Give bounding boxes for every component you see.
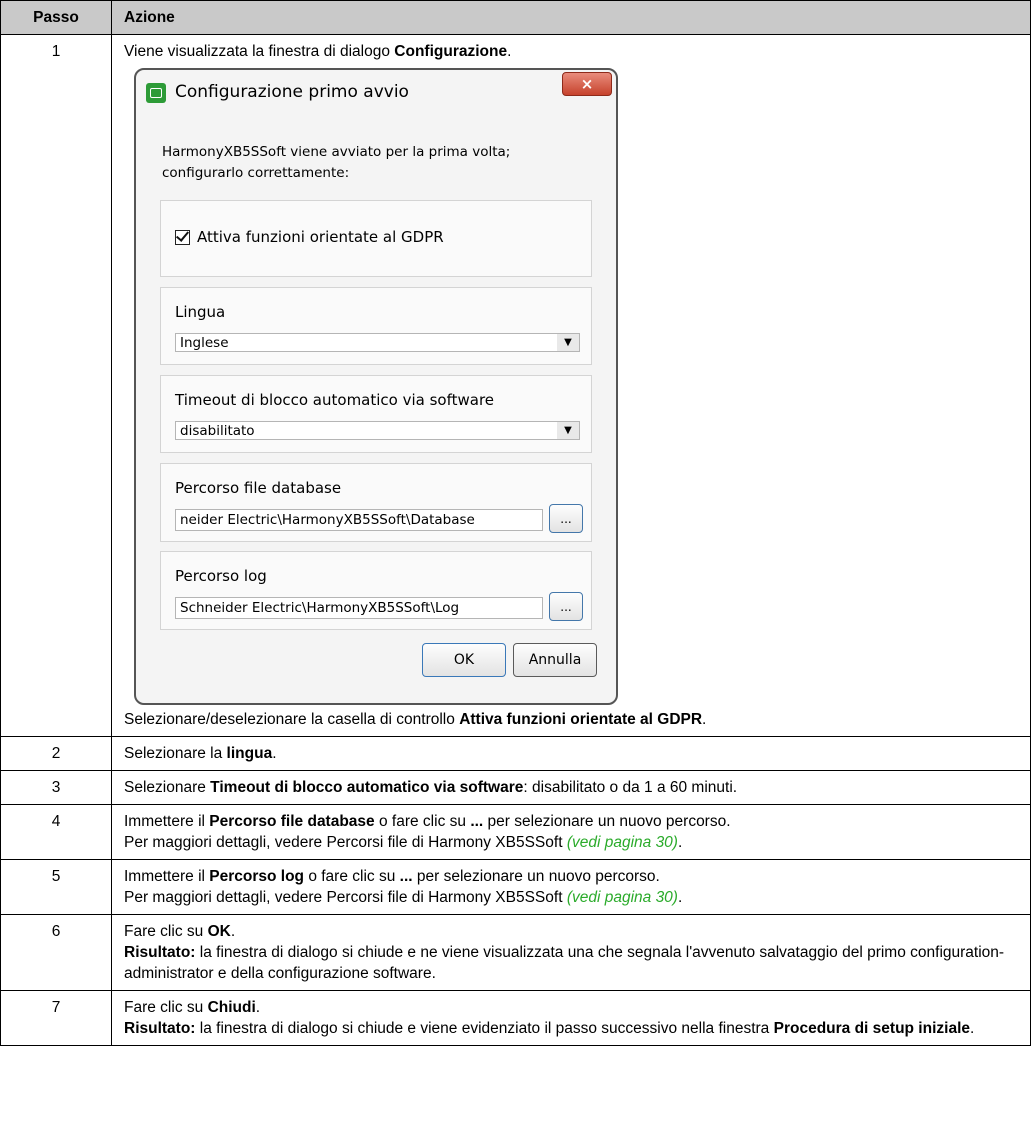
language-select-value: Inglese [180, 335, 229, 351]
gdpr-panel: Attiva funzioni orientate al GDPR [160, 200, 592, 277]
step-action: Fare clic su OK. Risultato: la finestra … [111, 914, 1031, 991]
step-number: 3 [0, 770, 112, 805]
step-action: Selezionare Timeout di blocco automatico… [111, 770, 1031, 805]
procedure-table: Passo Azione 1 Viene visualizzata la fin… [0, 0, 1031, 1046]
dialog-title: Configurazione primo avvio [175, 82, 409, 102]
language-select[interactable]: Inglese ▼ [175, 333, 580, 352]
step-action: Fare clic su Chiudi. Risultato: la fines… [111, 990, 1031, 1046]
log-path-browse-button[interactable]: ... [549, 592, 583, 621]
header-action: Azione [111, 0, 1031, 35]
table-row: 6 Fare clic su OK. Risultato: la finestr… [0, 914, 1031, 991]
step-number: 4 [0, 804, 112, 860]
log-path-label: Percorso log [175, 567, 267, 585]
dialog-intro-line1: HarmonyXB5SSoft viene avviato per la pri… [162, 144, 511, 160]
table-row: 3 Selezionare Timeout di blocco automati… [0, 770, 1031, 805]
dropdown-arrow-icon[interactable]: ▼ [557, 422, 579, 439]
step-number: 1 [0, 34, 112, 737]
step1-intro: Viene visualizzata la finestra di dialog… [124, 43, 512, 60]
step-number: 2 [0, 736, 112, 771]
db-path-panel: Percorso file database neider Electric\H… [160, 463, 592, 542]
table-row: 2 Selezionare la lingua. [0, 736, 1031, 771]
timeout-label: Timeout di blocco automatico via softwar… [175, 391, 495, 409]
step-action: Immettere il Percorso file database o fa… [111, 804, 1031, 860]
step-number: 5 [0, 859, 112, 915]
page-link[interactable]: (vedi pagina 30) [567, 834, 678, 851]
db-path-browse-button[interactable]: ... [549, 504, 583, 533]
log-path-input[interactable]: Schneider Electric\HarmonyXB5SSoft\Log [175, 597, 543, 619]
timeout-select[interactable]: disabilitato ▼ [175, 421, 580, 440]
table-header-row: Passo Azione [0, 0, 1031, 35]
gdpr-checkbox-row[interactable]: Attiva funzioni orientate al GDPR [175, 227, 444, 248]
header-step: Passo [0, 0, 112, 35]
dialog-intro-line2: configurarlo correttamente: [162, 165, 350, 181]
page-link[interactable]: (vedi pagina 30) [567, 889, 678, 906]
app-icon [146, 82, 166, 103]
step-action: Selezionare la lingua. [111, 736, 1031, 771]
step-action: Immettere il Percorso log o fare clic su… [111, 859, 1031, 915]
step-number: 6 [0, 914, 112, 991]
config-dialog: Configurazione primo avvio × HarmonyXB5S… [134, 68, 618, 705]
timeout-panel: Timeout di blocco automatico via softwar… [160, 375, 592, 453]
db-path-label: Percorso file database [175, 479, 342, 497]
step1-after: Selezionare/deselezionare la casella di … [124, 711, 707, 728]
table-row: 1 Viene visualizzata la finestra di dial… [0, 34, 1031, 737]
dialog-intro: HarmonyXB5SSoft viene avviato per la pri… [162, 142, 582, 184]
timeout-select-value: disabilitato [180, 423, 255, 439]
db-path-input[interactable]: neider Electric\HarmonyXB5SSoft\Database [175, 509, 543, 531]
dropdown-arrow-icon[interactable]: ▼ [557, 334, 579, 351]
table-row: 4 Immettere il Percorso file database o … [0, 804, 1031, 860]
cancel-button[interactable]: Annulla [513, 643, 597, 677]
dialog-titlebar: Configurazione primo avvio [146, 82, 409, 103]
log-path-panel: Percorso log Schneider Electric\HarmonyX… [160, 551, 592, 630]
ok-button[interactable]: OK [422, 643, 506, 677]
gdpr-checkbox-label: Attiva funzioni orientate al GDPR [197, 228, 444, 246]
close-button[interactable]: × [562, 72, 612, 96]
language-panel: Lingua Inglese ▼ [160, 287, 592, 365]
table-row: 7 Fare clic su Chiudi. Risultato: la fin… [0, 990, 1031, 1046]
gdpr-checkbox[interactable] [175, 230, 190, 245]
table-row: 5 Immettere il Percorso log o fare clic … [0, 859, 1031, 915]
step-number: 7 [0, 990, 112, 1046]
step-action: Viene visualizzata la finestra di dialog… [111, 34, 1031, 737]
language-label: Lingua [175, 303, 226, 321]
